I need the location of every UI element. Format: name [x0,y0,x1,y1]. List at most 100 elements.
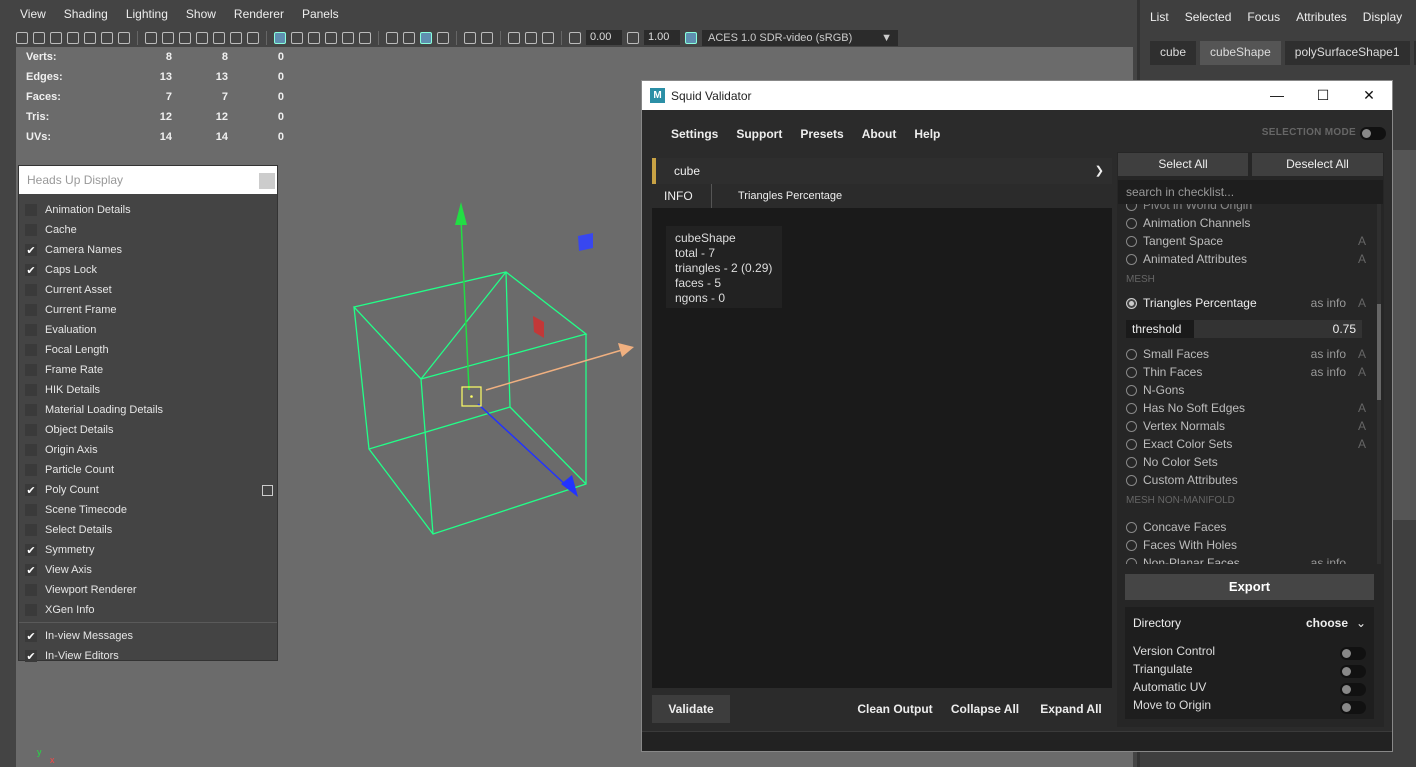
menu-show[interactable]: Show [186,7,216,21]
hud-item[interactable]: ✔ In-View Editors [19,646,277,666]
menu-about[interactable]: About [862,127,897,141]
checklist-item[interactable]: Small Faces as info A [1118,345,1370,363]
checkbox[interactable] [25,364,37,376]
menu-display[interactable]: Display [1363,10,1402,24]
tab-cubeshape[interactable]: cubeShape [1200,41,1281,65]
checklist-item[interactable]: Thin Faces as info A [1118,363,1370,381]
motion-blur-icon[interactable] [420,31,432,44]
tab-info[interactable]: INFO [652,184,712,208]
menu-presets[interactable]: Presets [800,127,843,141]
menu-selected[interactable]: Selected [1185,10,1232,24]
hud-item[interactable]: Focal Length [19,340,277,360]
checklist-item[interactable]: N-Gons [1118,381,1370,399]
ambient-occlusion-icon[interactable] [403,31,415,44]
export-button[interactable]: Export [1125,574,1374,600]
checklist-item[interactable]: Animated Attributes A [1118,250,1370,268]
hud-item[interactable]: Animation Details [19,200,277,220]
as-info-label[interactable]: as info [1311,296,1346,310]
validate-button[interactable]: Validate [652,695,730,723]
checkmark-icon[interactable]: ✔ [25,630,37,643]
check-radio[interactable] [1126,204,1137,211]
clean-output-button[interactable]: Clean Output [852,695,938,723]
scrollbar-thumb[interactable] [1377,304,1381,400]
as-info-label[interactable]: as info [1311,365,1346,379]
check-radio[interactable] [1126,384,1137,396]
checkbox[interactable] [25,384,37,396]
checkmark-icon[interactable]: ✔ [25,650,37,663]
checkbox[interactable] [25,424,37,436]
gamma-icon[interactable] [627,31,639,44]
hud-item[interactable]: ✔ View Axis [19,560,277,580]
checklist-item[interactable]: Pivot in World Origin [1118,204,1370,214]
choose-directory-button[interactable]: choose [1306,616,1348,630]
check-radio[interactable] [1126,456,1137,468]
tab-polysurfaceshape1[interactable]: polySurfaceShape1 [1284,41,1410,65]
hud-item[interactable]: Material Loading Details [19,400,277,420]
as-info-label[interactable]: as info [1311,347,1346,361]
deselect-all-button[interactable]: Deselect All [1252,153,1383,176]
auto-fix-flag[interactable]: A [1358,347,1366,361]
gamma-field[interactable]: 1.00 [644,30,680,45]
menu-list[interactable]: List [1150,10,1169,24]
check-radio[interactable] [1126,366,1137,378]
checkbox[interactable] [25,304,37,316]
check-radio[interactable] [1126,474,1137,486]
minimize-button[interactable]: — [1254,81,1300,110]
checklist-item[interactable]: Has No Soft Edges A [1118,399,1370,417]
backface-culling-icon[interactable] [542,31,554,44]
checkbox[interactable] [25,204,37,216]
check-radio[interactable] [1126,557,1137,564]
checkmark-icon[interactable]: ✔ [25,564,37,577]
xray-components-icon[interactable] [525,31,537,44]
field-chart-icon[interactable] [213,31,225,44]
hud-item[interactable]: Object Details [19,420,277,440]
checkmark-icon[interactable]: ✔ [25,264,37,277]
hud-item[interactable]: Frame Rate [19,360,277,380]
hud-panel-close-button[interactable] [259,173,275,189]
version-control-toggle[interactable] [1340,647,1366,660]
hud-item[interactable]: ✔ Caps Lock [19,260,277,280]
camera-attributes-icon[interactable] [50,31,62,44]
menu-view[interactable]: View [20,7,46,21]
grease-pencil-icon[interactable] [118,31,130,44]
menu-focus[interactable]: Focus [1247,10,1280,24]
checklist-item-triangles-percentage[interactable]: Triangles Percentage as info A [1118,294,1370,312]
checkbox[interactable] [25,524,37,536]
resolution-gate-icon[interactable] [179,31,191,44]
camera-lock-icon[interactable] [33,31,45,44]
check-radio[interactable] [1126,420,1137,432]
checklist-item[interactable]: Tangent Space A [1118,232,1370,250]
hud-item[interactable]: Scene Timecode [19,500,277,520]
exposure-icon[interactable] [569,31,581,44]
check-radio[interactable] [1126,217,1137,229]
checkmark-icon[interactable]: ✔ [25,244,37,257]
automatic-uv-toggle[interactable] [1340,683,1366,696]
gate-mask-icon[interactable] [196,31,208,44]
isolate-select-icon[interactable] [464,31,476,44]
checkbox[interactable] [25,464,37,476]
bookmark-icon[interactable] [67,31,79,44]
selection-mode-toggle[interactable] [1360,127,1386,140]
hud-item[interactable]: Viewport Renderer [19,580,277,600]
auto-fix-flag[interactable]: A [1358,365,1366,379]
hud-item[interactable]: Evaluation [19,320,277,340]
move-to-origin-toggle[interactable] [1340,701,1366,714]
checklist-item[interactable]: Concave Faces [1118,518,1370,536]
hud-item[interactable]: Current Asset [19,280,277,300]
checkbox[interactable] [25,444,37,456]
maximize-button[interactable]: ☐ [1300,81,1346,110]
checkbox[interactable] [25,604,37,616]
auto-fix-flag[interactable]: A [1358,437,1366,451]
option-box-icon[interactable] [262,484,273,496]
checkbox[interactable] [25,584,37,596]
wireframe-icon[interactable] [274,31,286,44]
wireframe-on-shaded-icon[interactable] [308,31,320,44]
anti-aliasing-icon[interactable] [437,31,449,44]
threshold-value[interactable]: 0.75 [1333,322,1356,336]
collapse-all-button[interactable]: Collapse All [948,695,1022,723]
safe-title-icon[interactable] [247,31,259,44]
menu-attributes[interactable]: Attributes [1296,10,1347,24]
hud-item[interactable]: ✔ In-view Messages [19,626,277,646]
checkbox[interactable] [25,504,37,516]
tab-cube[interactable]: cube [1150,41,1197,65]
